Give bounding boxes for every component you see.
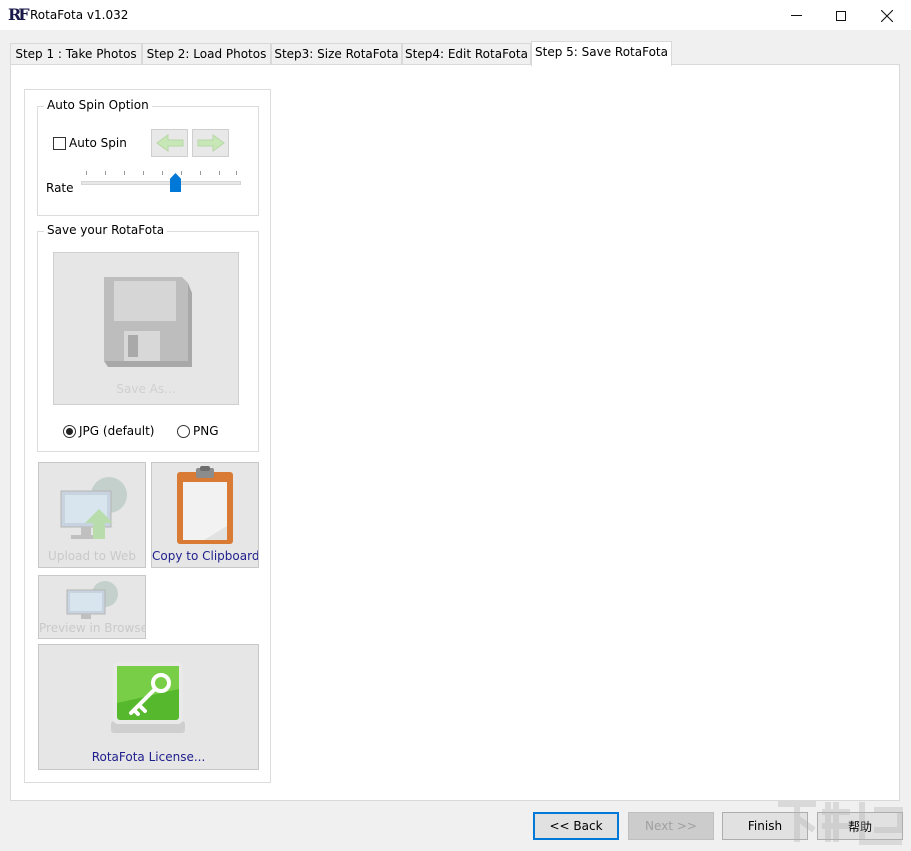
clipboard-icon [177, 466, 233, 544]
jpg-radio[interactable] [63, 425, 76, 438]
upload-to-web-button[interactable]: Upload to Web [38, 462, 146, 568]
jpg-radio-label: JPG (default) [79, 424, 155, 438]
maximize-button[interactable] [818, 0, 864, 31]
maximize-icon [836, 10, 846, 21]
save-options-panel: Auto Spin Option Auto Spin Rate Save you… [24, 89, 271, 783]
rate-slider[interactable] [81, 165, 241, 195]
app-logo-icon: RF [8, 5, 30, 24]
close-icon [881, 9, 893, 22]
spin-right-button[interactable] [192, 129, 229, 157]
floppy-disk-icon [104, 277, 192, 367]
tab-step-5[interactable]: Step 5: Save RotaFota [531, 41, 672, 66]
tab-step-2[interactable]: Step 2: Load Photos [142, 43, 271, 65]
tab-step-3[interactable]: Step3: Size RotaFota [271, 43, 402, 65]
tab-step-1[interactable]: Step 1 : Take Photos [10, 43, 142, 65]
close-button[interactable] [864, 0, 910, 31]
save-as-button[interactable]: Save As... [53, 252, 239, 405]
auto-spin-label: Auto Spin [69, 136, 127, 150]
rate-slider-thumb[interactable] [170, 173, 181, 192]
auto-spin-checkbox[interactable] [53, 137, 66, 150]
copy-to-clipboard-button[interactable]: Copy to Clipboard [151, 462, 259, 568]
arrow-right-icon [197, 134, 225, 152]
tab-step-4[interactable]: Step4: Edit RotaFota [402, 43, 531, 65]
save-as-label: Save As... [116, 382, 176, 396]
watermark-logo [778, 801, 903, 845]
save-group-title: Save your RotaFota [44, 223, 168, 237]
window-title: RotaFota v1.032 [30, 8, 129, 22]
spin-left-button[interactable] [151, 129, 188, 157]
browser-monitor-icon [66, 581, 118, 619]
minimize-button[interactable] [773, 0, 819, 31]
preview-in-browser-button[interactable]: Preview in Browser [38, 575, 146, 639]
next-button[interactable]: Next >> [628, 812, 714, 840]
arrow-left-icon [155, 134, 183, 152]
auto-spin-group: Auto Spin Option Auto Spin Rate [37, 98, 259, 216]
auto-spin-group-title: Auto Spin Option [44, 98, 152, 112]
rate-label: Rate [46, 181, 74, 195]
license-button[interactable]: RotaFota License... [38, 644, 259, 770]
save-group: Save your RotaFota Save As... JPG (defau… [37, 223, 259, 452]
upload-to-web-label: Upload to Web [48, 549, 136, 563]
back-button[interactable]: << Back [533, 812, 619, 840]
license-label: RotaFota License... [91, 750, 206, 764]
minimize-icon [790, 15, 802, 16]
title-bar[interactable]: RF RotaFota v1.032 [0, 0, 911, 31]
upload-monitor-icon [60, 477, 127, 539]
png-radio[interactable] [177, 425, 190, 438]
preview-in-browser-label: Preview in Browser [39, 621, 146, 635]
png-radio-label: PNG [193, 424, 219, 438]
copy-to-clipboard-label: Copy to Clipboard [152, 549, 259, 563]
license-key-icon [111, 662, 185, 733]
rate-slider-track [81, 181, 241, 185]
